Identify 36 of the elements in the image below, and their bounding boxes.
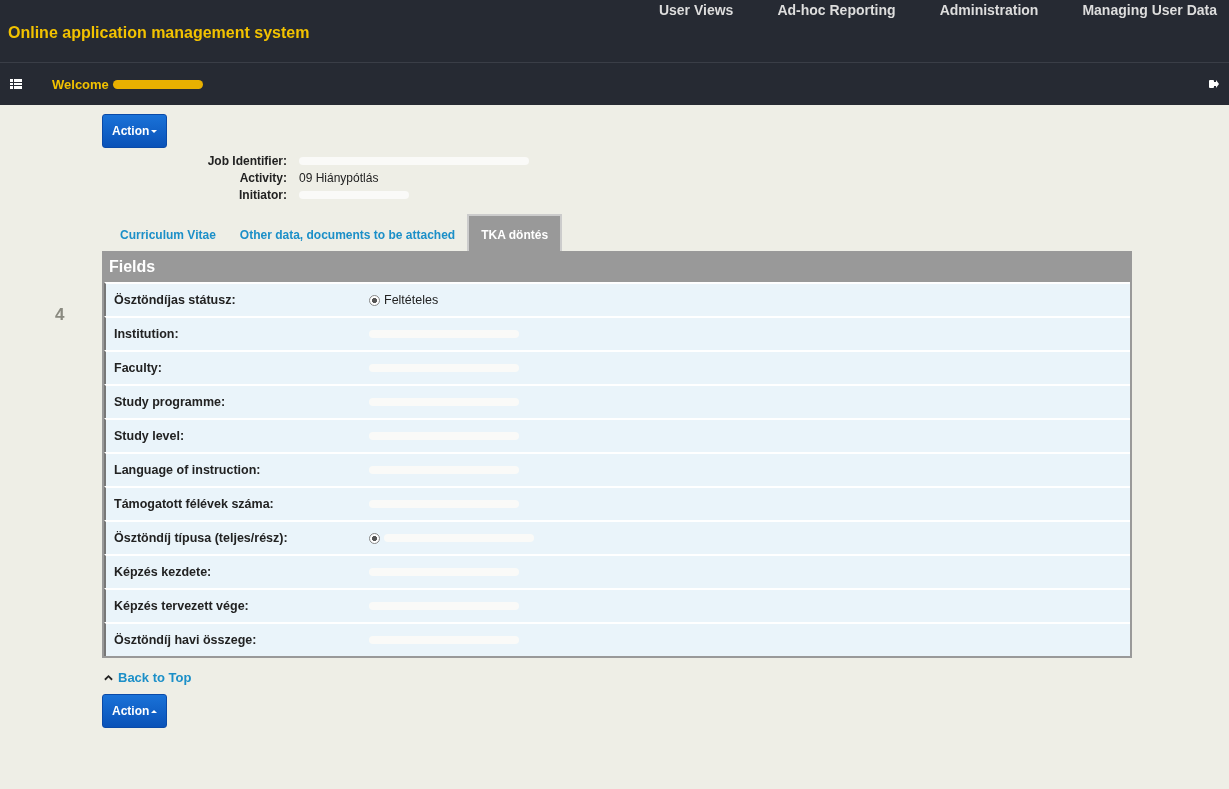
radio-button[interactable] — [369, 294, 380, 306]
field-label: Study level: — [113, 429, 186, 443]
field-label: Képzés tervezett vége: — [113, 599, 250, 613]
tab[interactable]: Other data, documents to be attached — [227, 218, 468, 251]
caret-icon — [151, 709, 158, 713]
field-label: Képzés kezdete: — [113, 565, 213, 579]
field-label: Ösztöndíj havi összege: — [113, 633, 258, 647]
radio-button[interactable] — [369, 532, 380, 544]
field-label: Faculty: — [113, 361, 163, 375]
field-label: Study programme: — [113, 395, 227, 409]
nav-link[interactable]: Managing User Data — [1082, 2, 1217, 18]
caret-icon — [151, 129, 158, 133]
info-label: Job Identifier: — [206, 154, 287, 168]
row-number: 4 — [54, 304, 66, 326]
field-label: Ösztöndíj típusa (teljes/rész): — [113, 531, 289, 545]
action-button[interactable]: Action — [102, 114, 168, 148]
info-value: 09 Hiánypótlás — [299, 171, 379, 185]
field-label: Institution: — [113, 327, 180, 341]
nav-link[interactable]: User Views — [658, 2, 734, 18]
welcome-text: Welcome — [52, 76, 109, 92]
info-label: Activity: — [238, 171, 287, 185]
action-button[interactable]: Action — [102, 694, 168, 728]
field-label: Ösztöndíjas státusz: — [113, 293, 237, 307]
field-value: Feltételes — [384, 293, 439, 307]
field-label: Language of instruction: — [113, 463, 262, 477]
field-label: Támogatott félévek száma: — [113, 497, 275, 511]
nav-link[interactable]: Administration — [939, 2, 1039, 18]
nav-link[interactable]: Ad-hoc Reporting — [777, 2, 896, 18]
app-title: Online application management system — [8, 24, 310, 42]
logout-icon[interactable] — [1209, 79, 1219, 89]
menu-icon[interactable] — [10, 79, 22, 89]
chevron-up-icon — [104, 674, 113, 681]
tab[interactable]: Curriculum Vitae — [108, 218, 228, 251]
info-label: Initiator: — [238, 188, 287, 202]
back-to-top-link[interactable]: Back to Top — [118, 670, 192, 685]
panel-title: Fields — [108, 257, 157, 277]
